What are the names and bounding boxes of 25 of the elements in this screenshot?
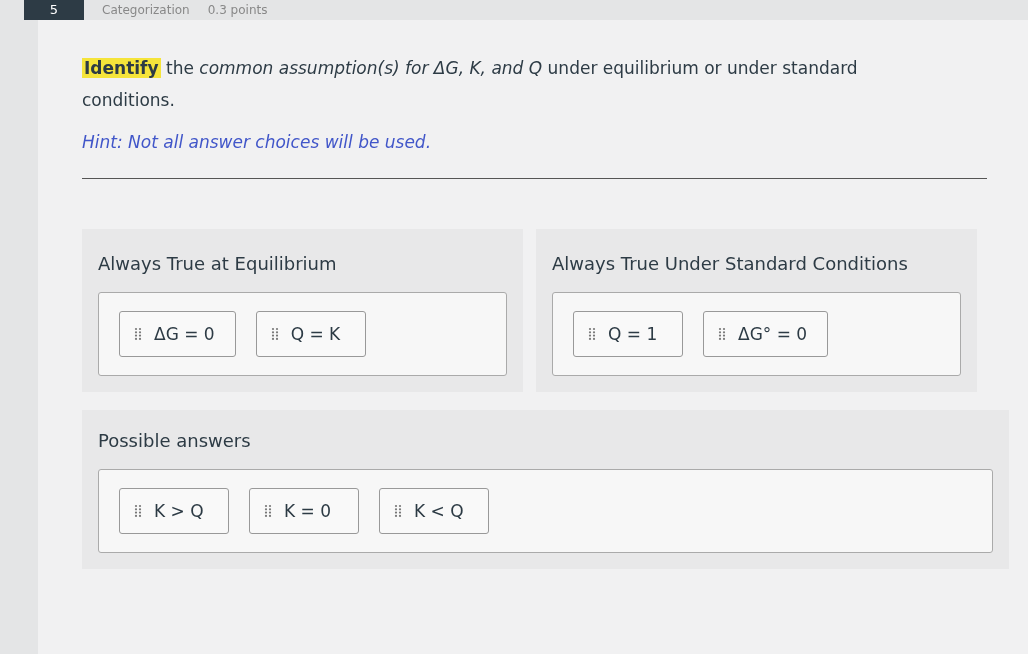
category-title: Always True at Equilibrium [98,253,338,274]
answer-chip[interactable]: ΔG = 0 [119,311,236,357]
question-text: Identify the common assumption(s) for ΔG, K, and Q under equilibrium or under standard conditions. [82,57,859,112]
answer-chip[interactable]: Q = K [255,311,366,357]
question-points: 0.3 points [207,2,268,18]
drag-handle-icon [264,504,272,518]
hint-text: Hint: Not all answer choices will be used. [82,132,433,152]
question-type: Categorization [102,2,190,18]
drag-handle-icon [134,504,142,518]
drop-zone[interactable]: ΔG = 0 Q = K [98,292,507,376]
drag-handle-icon [588,327,596,341]
drag-handle-icon [394,504,402,518]
category-title: Always True Under Standard Conditions [552,253,909,274]
answers-title: Possible answers [98,430,252,451]
answers-zone[interactable]: K > Q K = 0 K < Q [98,469,993,553]
drag-handle-icon [134,327,142,341]
answer-chip[interactable]: K = 0 [249,488,359,534]
answer-chip[interactable]: ΔG° = 0 [703,311,829,357]
drop-zone[interactable]: Q = 1 ΔG° = 0 [552,292,961,376]
answer-chip[interactable]: K > Q [119,488,229,534]
drag-handle-icon [718,327,726,341]
drag-handle-icon [270,327,279,341]
question-number: 5 [24,0,84,20]
answer-chip[interactable]: K < Q [379,488,489,534]
answer-chip[interactable]: Q = 1 [573,311,683,357]
